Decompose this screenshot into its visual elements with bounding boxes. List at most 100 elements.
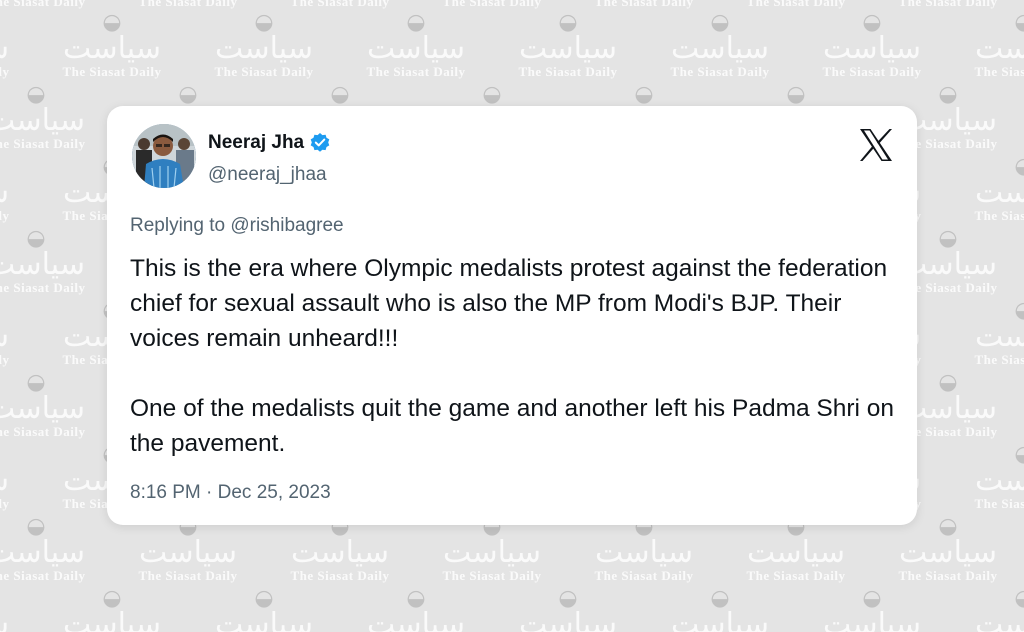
siasat-logo-icon: ◒ (102, 10, 122, 35)
watermark-text: The Siasat Daily (974, 352, 1024, 367)
avatar-image (132, 124, 196, 188)
watermark-text: The Siasat Daily (822, 64, 922, 79)
watermark-urdu: سیاست (519, 31, 617, 66)
watermark-tile: ◒سیاستThe Siasat Daily (644, 12, 796, 80)
watermark-text: The Siasat Daily (0, 568, 86, 583)
watermark-tile: ◒سیاستThe Siasat Daily (188, 588, 340, 632)
watermark-urdu: سیاست (367, 607, 465, 632)
watermark-tile: ◒سیاستThe Siasat Daily (568, 0, 720, 10)
siasat-logo-icon: ◒ (254, 10, 274, 35)
tweet-paragraph: This is the era where Olympic medalists … (130, 255, 888, 352)
watermark-tile: ◒سیاستThe Siasat Daily (36, 12, 188, 80)
watermark-urdu: سیاست (0, 178, 36, 208)
watermark-urdu: سیاست (0, 103, 85, 138)
watermark-text: The Siasat Daily (442, 568, 542, 583)
watermark-text: The Siasat Daily (0, 496, 10, 511)
watermark-urdu: سیاست (975, 175, 1024, 210)
watermark-row: ◒سیاستThe Siasat Daily◒سیاستThe Siasat D… (0, 12, 1024, 81)
watermark-urdu: سیاست (975, 319, 1024, 354)
watermark-urdu: سیاست (0, 466, 36, 496)
watermark-urdu: سیاست (63, 31, 161, 66)
watermark-tile: ◒سیاستThe Siasat Daily (796, 12, 948, 80)
watermark-text: The Siasat Daily (746, 568, 846, 583)
tweet-card: Neeraj Jha @neeraj_jhaa Replying to @ris… (107, 106, 917, 525)
watermark-text: The Siasat Daily (290, 0, 390, 9)
watermark-urdu: سیاست (823, 31, 921, 66)
watermark-row: ◒سیاستThe Siasat Daily◒سیاستThe Siasat D… (0, 0, 1024, 11)
author-handle[interactable]: @neeraj_jhaa (208, 164, 327, 186)
watermark-tile: ◒سیاستThe Siasat Daily (720, 516, 872, 584)
watermark-tile: ◒سیاستThe Siasat Daily (416, 516, 568, 584)
siasat-logo-icon: ◒ (1014, 442, 1024, 467)
siasat-logo-icon: ◒ (406, 586, 426, 611)
watermark-tile: ◒سیاستThe Siasat Daily (644, 588, 796, 632)
watermark-tile: ◒سیاستThe Siasat Daily (0, 516, 112, 584)
watermark-tile: ◒سیاستThe Siasat Daily (948, 12, 1024, 80)
watermark-text: The Siasat Daily (0, 64, 10, 79)
watermark-text: The Siasat Daily (518, 64, 618, 79)
x-logo-icon[interactable] (858, 128, 894, 162)
watermark-urdu: سیاست (139, 535, 237, 570)
watermark-text: The Siasat Daily (898, 568, 998, 583)
watermark-tile: ◒سیاستThe Siasat Daily (796, 588, 948, 632)
watermark-tile: ◒سیاستThe Siasat Daily (948, 588, 1024, 632)
siasat-logo-icon: ◒ (1014, 10, 1024, 35)
siasat-logo-icon: ◒ (406, 10, 426, 35)
author-display-name[interactable]: Neeraj Jha (208, 132, 304, 154)
siasat-logo-icon: ◒ (178, 82, 198, 107)
watermark-text: The Siasat Daily (214, 64, 314, 79)
watermark-urdu: سیاست (0, 247, 85, 282)
watermark-tile: ◒سیاستThe Siasat Daily (948, 444, 1024, 512)
siasat-logo-icon: ◒ (0, 588, 36, 610)
watermark-tile: ◒سیاستThe Siasat Daily (0, 156, 36, 224)
watermark-urdu: سیاست (0, 610, 36, 632)
author-name-row: Neeraj Jha (208, 130, 331, 156)
siasat-logo-icon: ◒ (0, 300, 36, 322)
watermark-text: The Siasat Daily (974, 208, 1024, 223)
siasat-logo-icon: ◒ (786, 82, 806, 107)
siasat-logo-icon: ◒ (1014, 586, 1024, 611)
siasat-logo-icon: ◒ (862, 10, 882, 35)
watermark-tile: ◒سیاستThe Siasat Daily (0, 12, 36, 80)
watermark-tile: ◒سیاستThe Siasat Daily (0, 84, 112, 152)
siasat-logo-icon: ◒ (1014, 154, 1024, 179)
watermark-urdu: سیاست (367, 31, 465, 66)
watermark-tile: ◒سیاستThe Siasat Daily (720, 0, 872, 10)
watermark-text: The Siasat Daily (290, 568, 390, 583)
watermark-tile: ◒سیاستThe Siasat Daily (112, 0, 264, 10)
verified-badge-icon (309, 132, 331, 154)
tweet-body: This is the era where Olympic medalists … (130, 251, 900, 461)
siasat-logo-icon: ◒ (634, 82, 654, 107)
siasat-logo-icon: ◒ (26, 82, 46, 107)
watermark-row: ◒سیاستThe Siasat Daily◒سیاستThe Siasat D… (0, 516, 1024, 585)
watermark-text: The Siasat Daily (0, 0, 86, 9)
replying-to-label: Replying to @rishibagree (130, 215, 344, 236)
siasat-logo-icon: ◒ (862, 586, 882, 611)
watermark-text: The Siasat Daily (898, 0, 998, 9)
watermark-urdu: سیاست (975, 31, 1024, 66)
siasat-logo-icon: ◒ (558, 10, 578, 35)
watermark-urdu: سیاست (595, 535, 693, 570)
watermark-tile: ◒سیاستThe Siasat Daily (0, 372, 112, 440)
siasat-logo-icon: ◒ (558, 586, 578, 611)
siasat-logo-icon: ◒ (482, 82, 502, 107)
siasat-logo-icon: ◒ (0, 156, 36, 178)
watermark-tile: ◒سیاستThe Siasat Daily (492, 588, 644, 632)
watermark-urdu: سیاست (975, 463, 1024, 498)
watermark-text: The Siasat Daily (974, 496, 1024, 511)
watermark-tile: ◒سیاستThe Siasat Daily (264, 516, 416, 584)
watermark-tile: ◒سیاستThe Siasat Daily (264, 0, 416, 10)
watermark-tile: ◒سیاستThe Siasat Daily (872, 516, 1024, 584)
watermark-urdu: سیاست (291, 535, 389, 570)
siasat-logo-icon: ◒ (938, 82, 958, 107)
watermark-tile: ◒سیاستThe Siasat Daily (568, 516, 720, 584)
watermark-tile: ◒سیاستThe Siasat Daily (188, 12, 340, 80)
avatar[interactable] (132, 124, 196, 188)
watermark-urdu: سیاست (0, 34, 36, 64)
siasat-logo-icon: ◒ (710, 586, 730, 611)
siasat-logo-icon: ◒ (330, 82, 350, 107)
tweet-timestamp[interactable]: 8:16 PM · Dec 25, 2023 (130, 482, 331, 504)
watermark-tile: ◒سیاستThe Siasat Daily (340, 588, 492, 632)
watermark-tile: ◒سیاستThe Siasat Daily (0, 444, 36, 512)
watermark-urdu: سیاست (215, 607, 313, 632)
